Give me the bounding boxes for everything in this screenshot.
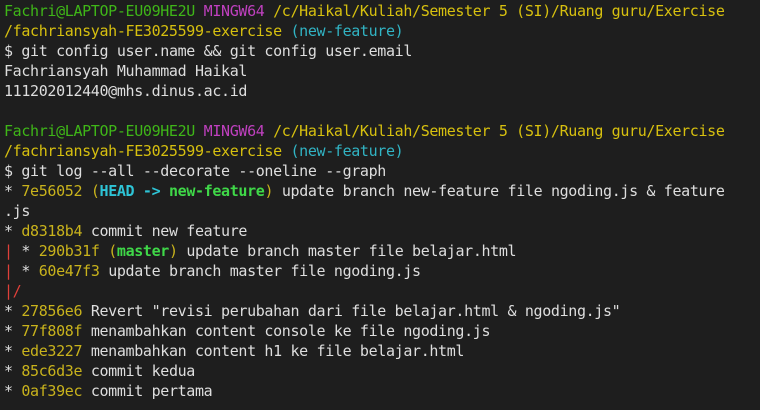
ref-close-paren: ) bbox=[168, 242, 178, 260]
prompt-branch: (new-feature) bbox=[290, 142, 404, 160]
ref-branch: new-feature bbox=[168, 182, 265, 200]
commit-hash: d8318b4 bbox=[21, 222, 83, 240]
command-text: git config user.name && git config user.… bbox=[21, 42, 413, 60]
log-line: * 0af39ec commit pertama bbox=[4, 381, 213, 401]
commit-hash: 290b31f bbox=[38, 242, 100, 260]
commit-hash: 0af39ec bbox=[21, 382, 83, 400]
config-user-name: Fachriansyah Muhammad Haikal bbox=[4, 62, 248, 80]
log-line: * 27856e6 Revert "revisi perubahan dari … bbox=[4, 301, 621, 321]
ref-open-paren: ( bbox=[108, 242, 117, 260]
command-line-1[interactable]: $ git config user.name && git config use… bbox=[4, 41, 412, 61]
output-line: Fachriansyah Muhammad Haikal bbox=[4, 61, 247, 81]
graph-node: * bbox=[4, 222, 22, 240]
commit-message: Revert "revisi perubahan dari file belaj… bbox=[82, 302, 621, 320]
graph-node: * bbox=[4, 342, 22, 360]
config-user-email: 111202012440@mhs.dinus.ac.id bbox=[4, 82, 248, 100]
prompt-line-2: Fachri@LAPTOP-EU09HE2U MINGW64 /c/Haikal… bbox=[4, 121, 725, 141]
commit-hash: 27856e6 bbox=[21, 302, 83, 320]
commit-message: commit kedua bbox=[82, 362, 196, 380]
log-line: * 7e56052 (HEAD -> new-feature) update b… bbox=[4, 181, 725, 201]
commit-message: update branch master file ngoding.js bbox=[99, 262, 421, 280]
ref-head: HEAD -> bbox=[99, 182, 169, 200]
prompt-symbol: $ bbox=[4, 162, 13, 180]
commit-message: menambahkan content h1 ke file belajar.h… bbox=[82, 342, 465, 360]
graph-node: * bbox=[21, 262, 39, 280]
graph-node: * bbox=[4, 362, 22, 380]
commit-message: update branch new-feature file ngoding.j… bbox=[273, 182, 725, 200]
prompt-path: /c/Haikal/Kuliah/Semester 5 (SI)/Ruang g… bbox=[273, 2, 725, 20]
log-line: * ede3227 menambahkan content h1 ke file… bbox=[4, 341, 464, 361]
terminal-window[interactable]: Fachri@LAPTOP-EU09HE2U MINGW64 /c/Haikal… bbox=[0, 0, 760, 410]
log-line-wrap: .js bbox=[4, 201, 30, 221]
commit-hash: 77f808f bbox=[21, 322, 83, 340]
prompt-env: MINGW64 bbox=[203, 122, 265, 140]
graph-node: * bbox=[4, 182, 22, 200]
graph-rail: | bbox=[4, 242, 22, 260]
log-line: | * 60e47f3 update branch master file ng… bbox=[4, 261, 421, 281]
graph-node: * bbox=[4, 382, 22, 400]
prompt-path: /c/Haikal/Kuliah/Semester 5 (SI)/Ruang g… bbox=[273, 122, 725, 140]
graph-merge: |/ bbox=[4, 282, 22, 300]
prompt-env: MINGW64 bbox=[203, 2, 265, 20]
graph-rail: | bbox=[4, 262, 22, 280]
commit-message-wrap: .js bbox=[4, 202, 31, 220]
commit-hash: ede3227 bbox=[21, 342, 83, 360]
commit-hash: 85c6d3e bbox=[21, 362, 83, 380]
graph-node: * bbox=[4, 322, 22, 340]
log-line: * 85c6d3e commit kedua bbox=[4, 361, 195, 381]
prompt-symbol: $ bbox=[4, 42, 13, 60]
log-line: * 77f808f menambahkan content console ke… bbox=[4, 321, 490, 341]
ref-branch: master bbox=[116, 242, 169, 260]
prompt-line-1b: /fachriansyah-FE3025599-exercise (new-fe… bbox=[4, 21, 404, 41]
log-line: * d8318b4 commit new feature bbox=[4, 221, 247, 241]
graph-node: * bbox=[21, 242, 39, 260]
ref-close-paren: ) bbox=[264, 182, 274, 200]
output-line: 111202012440@mhs.dinus.ac.id bbox=[4, 81, 247, 101]
graph-node: * bbox=[4, 302, 22, 320]
commit-message: commit new feature bbox=[82, 222, 248, 240]
ref-open-paren: ( bbox=[90, 182, 100, 200]
command-line-2[interactable]: $ git log --all --decorate --oneline --g… bbox=[4, 161, 386, 181]
commit-message: update branch master file belajar.html bbox=[177, 242, 517, 260]
prompt-path-cont: /fachriansyah-FE3025599-exercise bbox=[4, 22, 282, 40]
log-line-merge: |/ bbox=[4, 281, 22, 301]
prompt-line-2b: /fachriansyah-FE3025599-exercise (new-fe… bbox=[4, 141, 404, 161]
prompt-path-cont: /fachriansyah-FE3025599-exercise bbox=[4, 142, 282, 160]
prompt-user: Fachri@LAPTOP-EU09HE2U bbox=[4, 2, 195, 20]
log-line: | * 290b31f (master) update branch maste… bbox=[4, 241, 517, 261]
prompt-line-1: Fachri@LAPTOP-EU09HE2U MINGW64 /c/Haikal… bbox=[4, 1, 725, 21]
commit-message: menambahkan content console ke file ngod… bbox=[82, 322, 491, 340]
prompt-user: Fachri@LAPTOP-EU09HE2U bbox=[4, 122, 195, 140]
prompt-branch: (new-feature) bbox=[290, 22, 404, 40]
commit-message: commit pertama bbox=[82, 382, 213, 400]
command-text: git log --all --decorate --oneline --gra… bbox=[21, 162, 386, 180]
commit-hash: 60e47f3 bbox=[38, 262, 100, 280]
commit-hash: 7e56052 bbox=[21, 182, 83, 200]
